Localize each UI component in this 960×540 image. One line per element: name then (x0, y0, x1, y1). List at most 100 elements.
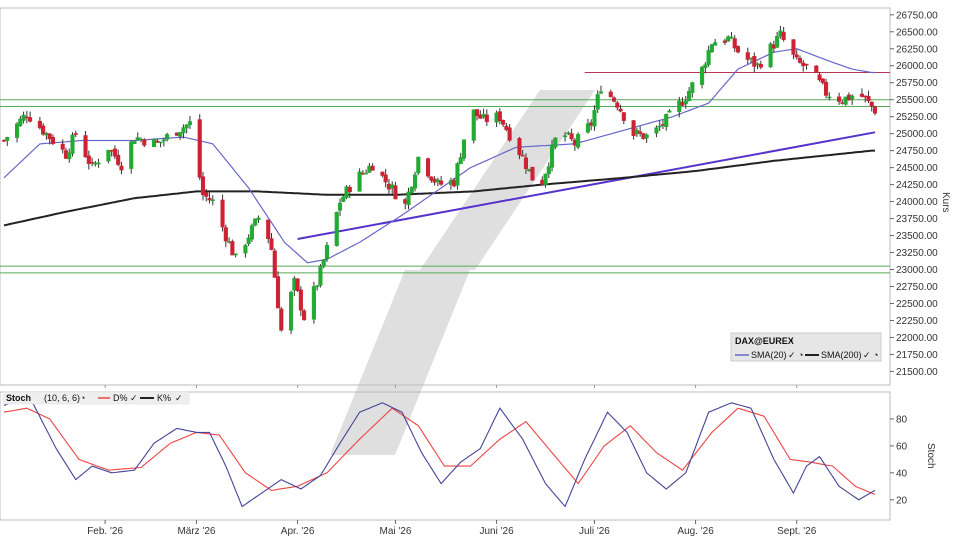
candle-body (132, 140, 137, 145)
candle-body (119, 165, 124, 171)
candle-body (233, 253, 238, 256)
candle-body (667, 110, 672, 113)
candle-body (618, 108, 623, 112)
candle-body (256, 217, 261, 221)
legend-settings-icon: ◔ (788, 336, 793, 346)
candle-body (794, 54, 799, 58)
price-y-tick-label: 21500.00 (896, 367, 938, 378)
candle-body (563, 135, 568, 138)
price-y-tick-label: 23750.00 (896, 214, 938, 225)
candle-body (279, 308, 284, 331)
stoch-panel-frame (0, 391, 891, 521)
stoch-k-line (3, 398, 876, 508)
stoch-legend-name: Stoch (6, 393, 31, 403)
candle-body (73, 133, 78, 135)
candle-body (426, 158, 431, 177)
candle-body (735, 46, 741, 53)
candle-body (791, 39, 796, 55)
candle-body (576, 134, 581, 148)
x-tick-label: Apr. '26 (281, 526, 315, 537)
x-tick-label: Sept. '26 (777, 526, 817, 537)
candle-body (869, 101, 874, 107)
candle-body (70, 134, 75, 154)
candle-body (523, 157, 528, 169)
candle-body (324, 244, 330, 260)
candle-body (507, 127, 512, 141)
watermark-slash-upper (420, 90, 595, 270)
stoch-y-axis-title: Stoch (925, 443, 936, 469)
candle-body (50, 137, 55, 144)
price-y-tick-label: 25000.00 (896, 129, 938, 140)
candle-body (598, 91, 604, 94)
stoch-legend-k-label: K% (157, 393, 171, 403)
candle-body (412, 174, 418, 189)
candle-body (106, 149, 111, 162)
stoch-legend-k-check: ✓ (175, 393, 183, 403)
candle-body (706, 50, 711, 65)
price-y-tick-label: 22000.00 (896, 333, 938, 344)
stochastic-panel: 20 40 60 80 Stoch (0, 391, 936, 521)
candle-body (116, 154, 121, 165)
price-y-tick-label: 24000.00 (896, 197, 938, 208)
stoch-y-tick-label: 20 (896, 495, 908, 506)
stoch-legend-settings-icon: ◔ (80, 393, 85, 403)
candle-body (781, 31, 786, 41)
candle-body (654, 127, 659, 134)
candle-body (184, 124, 189, 129)
candle-body (337, 202, 343, 211)
candle-body (690, 82, 695, 93)
price-y-tick-label: 21750.00 (896, 350, 938, 361)
candle-body (608, 91, 613, 97)
candle-body (187, 121, 192, 126)
x-tick-label: Aug. '26 (677, 526, 714, 537)
candle-body (5, 137, 10, 141)
price-y-tick-label: 26000.00 (896, 61, 938, 72)
candle-body (837, 96, 842, 102)
candle-body (321, 259, 326, 267)
candle-body (814, 65, 819, 74)
stoch-y-tick-label: 80 (896, 414, 908, 425)
candle-body (621, 112, 626, 121)
candle-body (530, 166, 535, 181)
stoch-y-tick-label: 40 (896, 468, 908, 479)
candle-body (543, 173, 548, 185)
chart-root: 21500.00 21750.00 22000.00 22250.00 22500.00… (0, 7, 951, 537)
candle-body (220, 199, 225, 228)
price-y-tick-label: 23000.00 (896, 265, 938, 276)
x-tick-label: Juli '26 (579, 526, 610, 537)
stoch-legend-params: (10, 6, 6) (44, 393, 80, 403)
candle-body (657, 125, 662, 128)
legend: DAX@EUREX◔SMA(20) ✓ ◔ SMA(200) ✓ ◔Stoch (10,… (2, 332, 882, 405)
candle-body (357, 171, 362, 192)
candle-body (311, 286, 316, 320)
candle-body (302, 310, 307, 321)
candle-body (439, 180, 444, 185)
candle-body (152, 139, 157, 148)
candle-body (393, 185, 398, 200)
candle-body (129, 141, 134, 169)
x-axis: Feb. '26 März '26 Apr. '26 Mai '26 Juni '26 J… (87, 385, 817, 537)
candle-body (850, 95, 855, 100)
candle-body (383, 174, 388, 183)
candle-body (204, 192, 209, 197)
x-tick-label: Mai '26 (379, 526, 411, 537)
candle-body (549, 144, 555, 168)
candle-body (298, 289, 303, 311)
candle-body (484, 114, 489, 123)
candle-body (165, 134, 170, 140)
price-y-tick-label: 24250.00 (896, 180, 938, 191)
candle-body (364, 172, 369, 175)
candle-body (501, 119, 506, 125)
candle-body (289, 291, 294, 331)
candle-body (569, 133, 574, 140)
candle-body (611, 97, 617, 102)
candle-body (370, 165, 375, 171)
candle-body (644, 134, 649, 139)
candle-body (318, 265, 323, 286)
price-y-tick-label: 22250.00 (896, 316, 938, 327)
price-y-tick-label: 25750.00 (896, 78, 938, 89)
candle-body (295, 278, 300, 291)
candle-body (416, 156, 421, 174)
candle-body (592, 110, 597, 127)
candle-body (249, 225, 254, 240)
